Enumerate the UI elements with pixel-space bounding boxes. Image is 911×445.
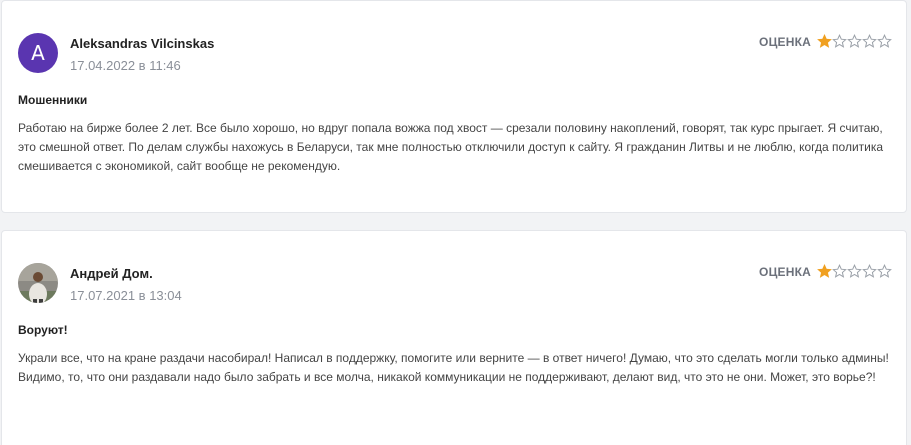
avatar[interactable]: [18, 263, 58, 303]
star-empty-icon: [832, 34, 847, 48]
star-empty-icon: [832, 264, 847, 278]
review-rating: ОЦЕНКА: [759, 34, 892, 49]
review-date: 17.04.2022 в 11:46: [70, 58, 181, 73]
rating-label: ОЦЕНКА: [759, 34, 811, 49]
star-rating: [817, 264, 892, 279]
star-rating: [817, 34, 892, 49]
star-empty-icon: [862, 34, 877, 48]
review-rating: ОЦЕНКА: [759, 264, 892, 279]
star-filled-icon: [817, 264, 832, 278]
star-empty-icon: [862, 264, 877, 278]
review-title: Мошенники: [18, 93, 88, 107]
review-card: A Aleksandras Vilcinskas 17.04.2022 в 11…: [1, 0, 907, 213]
star-empty-icon: [847, 264, 862, 278]
star-empty-icon: [847, 34, 862, 48]
star-filled-icon: [817, 34, 832, 48]
star-empty-icon: [877, 34, 892, 48]
review-body: Работаю на бирже более 2 лет. Все было х…: [18, 121, 884, 173]
person-photo-icon: [18, 263, 58, 303]
star-empty-icon: [877, 264, 892, 278]
rating-label: ОЦЕНКА: [759, 264, 811, 279]
review-card: Андрей Дом. 17.07.2021 в 13:04 ОЦЕНКА Во…: [1, 230, 907, 445]
review-body: Украли все, что на кране раздачи насобир…: [18, 351, 889, 384]
review-author[interactable]: Aleksandras Vilcinskas: [70, 36, 214, 51]
avatar[interactable]: A: [18, 33, 58, 73]
review-title: Воруют!: [18, 323, 68, 337]
review-date: 17.07.2021 в 13:04: [70, 288, 182, 303]
review-author[interactable]: Андрей Дом.: [70, 266, 153, 281]
